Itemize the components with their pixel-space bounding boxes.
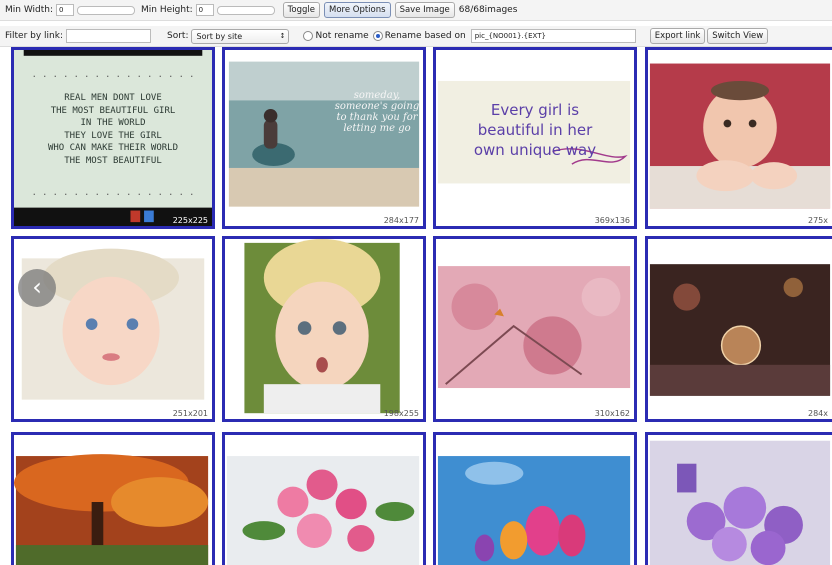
roses-photo	[225, 435, 423, 565]
rename-radio[interactable]	[372, 31, 383, 41]
blossom-photo	[436, 239, 634, 419]
quote-line-1: REAL MEN DONT LOVE	[64, 93, 162, 103]
image-thumb-8[interactable]: 284x	[645, 236, 832, 422]
more-options-button[interactable]: More Options	[323, 2, 391, 18]
chevron-left-icon: ‹	[32, 273, 42, 301]
quote-line-1: Every girl is	[490, 101, 580, 119]
image-dimensions: 310x162	[594, 409, 630, 418]
image-thumb-1[interactable]: . . . . . . . . . . . . . . . . . . . . …	[11, 47, 215, 229]
not-rename-label: Not rename	[315, 31, 369, 41]
image-dimensions: 251x201	[172, 409, 208, 418]
image-dimensions: 225x225	[172, 216, 208, 225]
min-width-label: Min Width:	[5, 5, 54, 15]
image-thumb-4[interactable]: 275x	[645, 47, 832, 229]
sort-label: Sort:	[167, 31, 189, 41]
quote-line-4: THEY LOVE THE GIRL	[64, 130, 162, 141]
image-thumb-10[interactable]	[222, 432, 426, 565]
beach-overlay-text: someday, someone's going to thank you fo…	[334, 90, 420, 134]
filter-label: Filter by link:	[5, 31, 63, 41]
image-dimensions: 369x136	[594, 216, 630, 225]
quote-line-3: IN THE WORLD	[80, 118, 146, 128]
previous-arrow-button[interactable]: ‹	[18, 269, 56, 307]
quote-line-2: THE MOST BEAUTIFUL GIRL	[50, 105, 176, 116]
toolbar-row-2: Filter by link: Sort: Sort by site ↕ Not …	[0, 26, 832, 47]
image-dimensions: 275x	[807, 216, 828, 225]
image-count: 68/68images	[458, 5, 518, 15]
min-height-slider[interactable]	[216, 5, 275, 15]
baby-photo	[225, 239, 423, 419]
baby-photo	[14, 239, 212, 419]
purple-roses-photo	[648, 435, 832, 565]
autumn-tree-photo	[14, 435, 212, 565]
quote-line-2: beautiful in her	[477, 121, 593, 139]
image-thumb-11[interactable]	[433, 432, 637, 565]
image-thumb-2[interactable]: someday, someone's going to thank you fo…	[222, 47, 426, 229]
image-dimensions: 284x	[807, 409, 828, 418]
toggle-button[interactable]: Toggle	[282, 2, 320, 18]
tulips-photo	[436, 435, 634, 565]
switch-view-button[interactable]: Switch View	[707, 28, 769, 44]
quote-line-5: WHO CAN MAKE THEIR WORLD	[47, 143, 179, 153]
image-thumb-12[interactable]	[645, 432, 832, 565]
filter-input[interactable]	[66, 29, 151, 43]
image-thumb-9[interactable]	[11, 432, 215, 565]
min-width-input[interactable]: 0	[56, 4, 75, 16]
min-height-input[interactable]: 0	[195, 4, 214, 16]
baby-photo	[648, 50, 832, 226]
rename-label: Rename based on	[384, 31, 466, 41]
bubble-photo	[648, 239, 832, 419]
image-thumb-7[interactable]: 310x162	[433, 236, 637, 422]
quote-text: REAL MEN DONT LOVE THE MOST BEAUTIFUL GI…	[14, 92, 212, 167]
save-image-button[interactable]: Save Image	[394, 2, 455, 18]
image-thumb-5[interactable]: 251x201	[11, 236, 215, 422]
quote-text: Every girl is beautiful in her own uniqu…	[436, 100, 634, 160]
image-thumb-3[interactable]: Every girl is beautiful in her own uniqu…	[433, 47, 637, 229]
chevron-updown-icon: ↕	[279, 31, 286, 40]
image-dimensions: 284x177	[383, 216, 419, 225]
rename-pattern-input[interactable]: pic_{NO001}.{EXT}	[470, 29, 636, 43]
sort-select[interactable]: Sort by site ↕	[191, 28, 290, 44]
min-width-slider[interactable]	[77, 5, 136, 15]
image-dimensions: 198x255	[383, 409, 419, 418]
image-grid: . . . . . . . . . . . . . . . . . . . . …	[0, 47, 832, 565]
min-height-label: Min Height:	[141, 5, 193, 15]
sort-select-value: Sort by site	[196, 31, 243, 41]
svg-text:. . . . . . . . . . . . . . .: . . . . . . . . . . . . . . . .	[32, 188, 195, 198]
toolbar-row-1: Min Width: 0 Min Height: 0 Toggle More O…	[0, 0, 832, 21]
export-link-button[interactable]: Export link	[649, 28, 706, 44]
quote-line-6: THE MOST BEAUTIFUL	[64, 155, 162, 166]
image-thumb-6[interactable]: 198x255	[222, 236, 426, 422]
quote-line-3: own unique way	[473, 141, 597, 159]
beach-image	[225, 50, 423, 226]
svg-text:. . . . . . . . . . . . . . .: . . . . . . . . . . . . . . . .	[32, 70, 195, 80]
not-rename-radio[interactable]	[303, 31, 314, 41]
